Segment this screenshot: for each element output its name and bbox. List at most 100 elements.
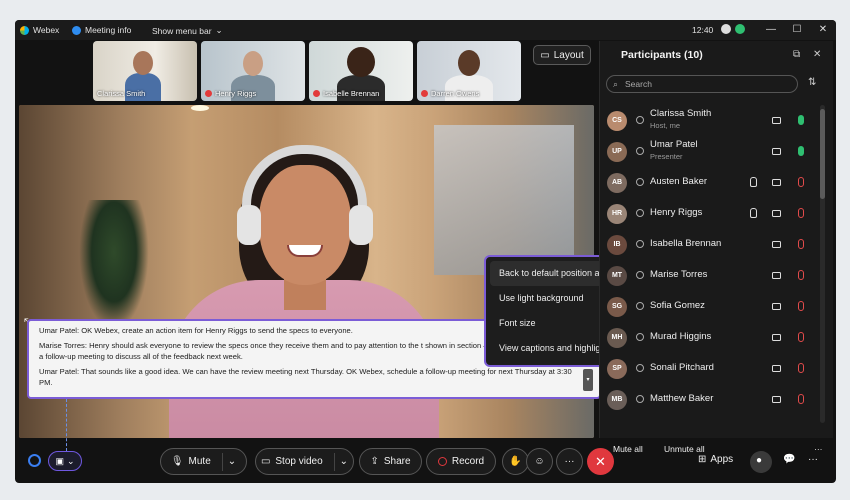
participant-name: Umar Patel [650, 139, 698, 150]
muted-icon [313, 90, 320, 97]
participant-row[interactable]: AB Austen Baker [600, 167, 824, 198]
mute-all-button[interactable]: Mute all [613, 444, 643, 454]
participant-row[interactable]: MT Marise Torres [600, 260, 824, 291]
raise-hand-button[interactable]: ✋ [502, 448, 529, 475]
layout-button[interactable]: ▭ Layout [533, 45, 591, 65]
more-options-icon[interactable]: ··· [814, 444, 823, 454]
layout-icon: ▭ [540, 49, 550, 61]
avatar: CS [607, 111, 627, 131]
popout-icon[interactable]: ⧉ [793, 49, 800, 60]
maximize-button[interactable]: ☐ [790, 23, 804, 37]
participant-name: Henry Riggs [650, 207, 703, 218]
thumbnail-clarissa-smith[interactable]: Clarissa Smith [93, 41, 197, 101]
camera-icon [772, 179, 781, 186]
avatar: SG [607, 297, 627, 317]
panel-scrollbar-thumb[interactable] [820, 109, 825, 199]
microphone-muted-icon[interactable] [798, 363, 804, 373]
apps-button[interactable]: ⊞ Apps [698, 454, 733, 465]
more-button[interactable]: ··· [556, 448, 583, 475]
leave-meeting-button[interactable]: ✕ [587, 448, 614, 475]
mute-button[interactable]: 🎙 Mute ⌄ [160, 448, 247, 475]
unmute-all-button[interactable]: Unmute all [664, 444, 705, 454]
mute-label: Mute [188, 456, 211, 467]
stop-video-button[interactable]: ▭ Stop video ⌄ [255, 448, 354, 475]
participants-panel: Participants (10) ⧉ ✕ ⌕ Search ⇅ CS Clari… [599, 41, 833, 454]
caption-line: Umar Patel: That sounds like a good idea… [39, 366, 572, 388]
microphone-muted-icon[interactable] [798, 177, 804, 187]
microphone-muted-icon[interactable] [798, 208, 804, 218]
audio-connection-icon [636, 209, 644, 217]
thumbnail-isabelle-brennan[interactable]: Isabelle Brennan [309, 41, 413, 101]
app-menu[interactable]: Webex [20, 25, 59, 35]
more-panels-button[interactable]: ··· [808, 454, 818, 465]
microphone-muted-icon[interactable] [798, 270, 804, 280]
participant-row[interactable]: HR Henry Riggs [600, 198, 824, 229]
participant-row[interactable]: UP Umar Patel Presenter [600, 136, 824, 167]
webex-meeting-window: Webex Meeting info Show menu bar ⌄ 12:40… [15, 20, 836, 483]
clock: 12:40 [692, 25, 713, 35]
apps-icon: ⊞ [698, 454, 707, 465]
microphone-muted-icon[interactable] [798, 301, 804, 311]
apps-label: Apps [710, 454, 734, 465]
search-icon: ⌕ [613, 79, 619, 89]
raised-hand-icon [750, 208, 757, 218]
chevron-down-icon: ⌄ [227, 456, 237, 467]
participant-name: Sonali Pitchard [650, 362, 714, 373]
minimize-button[interactable]: — [764, 23, 778, 37]
record-label: Record [451, 456, 485, 467]
app-name: Webex [33, 25, 60, 35]
share-button[interactable]: ⇪ Share [359, 448, 422, 475]
close-icon[interactable]: ✕ [813, 49, 821, 60]
record-button[interactable]: Record [426, 448, 496, 475]
share-label: Share [383, 456, 411, 467]
meeting-info-button[interactable]: Meeting info [72, 25, 131, 35]
participant-name: Isabella Brennan [650, 238, 722, 249]
panel-title: Participants (10) [621, 49, 703, 61]
participant-name: Marise Torres [650, 269, 708, 280]
participant-row[interactable]: SP Sonali Pitchard [600, 353, 824, 384]
thumbnail-darren-owens[interactable]: Darren Owens [417, 41, 521, 101]
participant-search-input[interactable]: ⌕ Search [606, 75, 798, 93]
participant-head [458, 50, 480, 76]
chat-button[interactable]: 💬 [783, 454, 795, 465]
participants-toggle-button[interactable]: ● [750, 451, 772, 473]
participant-row[interactable]: MH Murad Higgins [600, 322, 824, 353]
camera-icon [772, 148, 781, 155]
chevron-down-icon: ⌄ [339, 456, 349, 467]
time-label: 12:40 [692, 25, 714, 35]
more-options-icon: ··· [808, 454, 818, 465]
audio-connection-icon [636, 333, 644, 341]
avatar: AB [607, 173, 627, 193]
participant-row[interactable]: CS Clarissa Smith Host, me [600, 105, 824, 136]
microphone-icon[interactable] [798, 115, 804, 125]
raised-hand-icon [750, 177, 757, 187]
microphone-muted-icon[interactable] [798, 394, 804, 404]
search-placeholder: Search [625, 79, 652, 89]
participant-row[interactable]: SG Sofia Gomez [600, 291, 824, 322]
participant-role: Host, me [650, 121, 681, 130]
share-icon: ⇪ [370, 456, 379, 467]
closed-captions-button[interactable]: ▣ ⌄ [48, 451, 82, 471]
thumbnail-label: Isabelle Brennan [313, 89, 379, 98]
participant-row[interactable]: IB Isabella Brennan [600, 229, 824, 260]
microphone-icon[interactable] [798, 146, 804, 156]
avatar: HR [607, 204, 627, 224]
caption-scrollbar[interactable]: ▾ [583, 369, 593, 391]
thumbnail-henry-riggs[interactable]: Henry Riggs [201, 41, 305, 101]
avatar: MT [607, 266, 627, 286]
microphone-muted-icon[interactable] [798, 239, 804, 249]
avatar: MB [607, 390, 627, 410]
speaker-indicator-icon [28, 454, 41, 467]
participant-row[interactable]: MB Matthew Baker [600, 384, 824, 415]
sort-icon[interactable]: ⇅ [808, 77, 816, 88]
camera-icon [772, 334, 781, 341]
reactions-button[interactable]: ☺ [526, 448, 553, 475]
show-menu-bar-button[interactable]: Show menu bar ⌄ [152, 25, 223, 36]
audio-connection-icon [636, 302, 644, 310]
microphone-muted-icon[interactable] [798, 332, 804, 342]
camera-icon [772, 396, 781, 403]
headphone-cup-left [237, 205, 261, 245]
thumbnail-label: Clarissa Smith [97, 89, 146, 98]
close-window-button[interactable]: ✕ [816, 23, 830, 37]
person-icon: ● [756, 455, 763, 466]
